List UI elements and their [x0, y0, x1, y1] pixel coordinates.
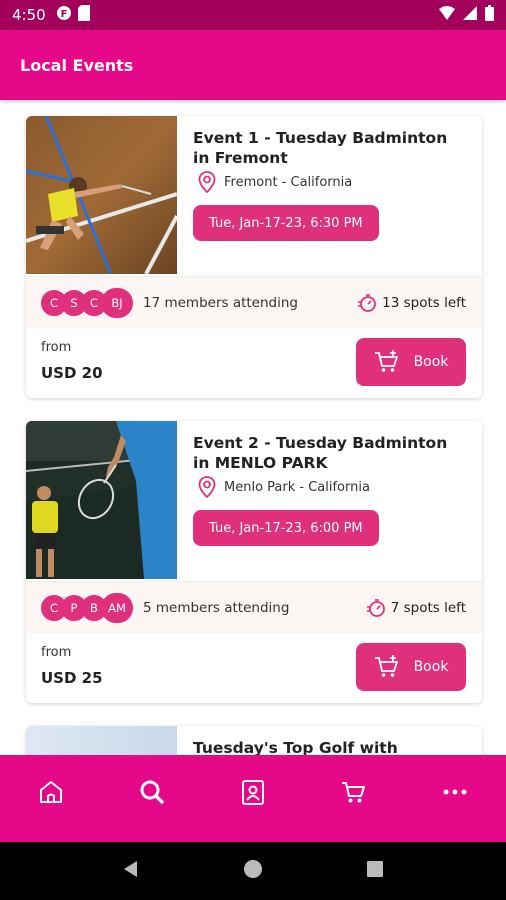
event-location-text: Menlo Park - California: [224, 479, 370, 495]
timer-icon: [358, 293, 377, 312]
event-image[interactable]: [26, 726, 177, 755]
status-bar: 4:50 F: [0, 0, 506, 30]
attendance-row: C P B AM 5 members attending 7 spots lef…: [26, 581, 482, 633]
page-title: Local Events: [20, 55, 134, 75]
home-circle-icon[interactable]: [243, 859, 263, 883]
event-card-header: Event 2 - Tuesday Badminton in MENLO PAR…: [26, 421, 482, 581]
attending-count: 17 members attending: [143, 294, 298, 311]
spots-left: 13 spots left: [357, 293, 466, 313]
event-location: Menlo Park - California: [198, 476, 370, 498]
more-icon: [443, 789, 467, 794]
avatar: AM: [101, 592, 133, 623]
event-list[interactable]: Event 1 - Tuesday Badminton in Fremont F…: [0, 100, 506, 755]
event-title[interactable]: Event 1 - Tuesday Badminton in Fremont: [193, 128, 463, 168]
cart-icon: [342, 781, 366, 802]
bottom-navigation: [0, 755, 506, 842]
book-button-label: Book: [413, 659, 449, 675]
sd-card-icon: [77, 5, 90, 25]
price-row: from USD 25 Book: [26, 633, 482, 703]
event-card[interactable]: Tuesday's Top Golf with ZOYIZM: [26, 726, 482, 755]
event-image[interactable]: [26, 421, 177, 579]
recents-icon[interactable]: [365, 859, 385, 883]
event-card[interactable]: Event 1 - Tuesday Badminton in Fremont F…: [26, 116, 482, 398]
wifi-icon: [439, 6, 455, 24]
avatar: BJ: [101, 287, 133, 318]
event-location: Fremont - California: [198, 171, 352, 193]
add-to-cart-icon: [374, 655, 398, 677]
battery-icon: [485, 5, 494, 25]
attendee-avatars[interactable]: C S C BJ: [41, 287, 133, 318]
app-notification-icon: F: [56, 5, 72, 25]
book-button-label: Book: [413, 354, 449, 370]
nav-profile[interactable]: [223, 767, 283, 817]
search-icon: [140, 780, 164, 804]
event-card-header: Event 1 - Tuesday Badminton in Fremont F…: [26, 116, 482, 276]
svg-text:F: F: [60, 9, 67, 20]
nav-home[interactable]: [21, 767, 81, 817]
profile-card-icon: [241, 779, 264, 805]
price-value: USD 25: [41, 669, 103, 687]
nav-search[interactable]: [122, 767, 182, 817]
event-location-text: Fremont - California: [224, 174, 353, 190]
nav-cart[interactable]: [324, 767, 384, 817]
event-card[interactable]: Event 2 - Tuesday Badminton in MENLO PAR…: [26, 421, 482, 703]
app-bar: Local Events: [0, 30, 506, 100]
back-icon[interactable]: [121, 859, 141, 883]
event-title[interactable]: Tuesday's Top Golf with ZOYIZM: [193, 738, 463, 755]
add-to-cart-icon: [374, 350, 398, 372]
system-navigation-bar: [0, 842, 506, 900]
event-title[interactable]: Event 2 - Tuesday Badminton in MENLO PAR…: [193, 433, 463, 473]
event-date-button[interactable]: Tue, Jan-17-23, 6:30 PM: [193, 205, 379, 241]
attending-count: 5 members attending: [143, 599, 290, 616]
nav-more[interactable]: [425, 767, 485, 817]
cell-signal-icon: [463, 6, 477, 24]
location-pin-icon: [198, 171, 216, 193]
event-image[interactable]: [26, 116, 177, 274]
book-button[interactable]: Book: [356, 643, 466, 691]
attendee-avatars[interactable]: C P B AM: [41, 592, 133, 623]
status-time: 4:50: [12, 6, 46, 24]
event-card-header: Tuesday's Top Golf with ZOYIZM: [26, 726, 482, 755]
spots-left-text: 13 spots left: [382, 294, 466, 311]
price-value: USD 20: [41, 364, 103, 382]
home-icon: [39, 780, 62, 803]
location-pin-icon: [198, 476, 216, 498]
timer-icon: [366, 598, 385, 617]
price-row: from USD 20 Book: [26, 328, 482, 398]
event-date-button[interactable]: Tue, Jan-17-23, 6:00 PM: [193, 510, 379, 546]
price-from-label: from: [41, 645, 72, 660]
spots-left-text: 7 spots left: [390, 599, 466, 616]
spots-left: 7 spots left: [366, 598, 466, 618]
attendance-row: C S C BJ 17 members attending 13 spots l…: [26, 276, 482, 328]
price-from-label: from: [41, 340, 72, 355]
book-button[interactable]: Book: [356, 338, 466, 386]
